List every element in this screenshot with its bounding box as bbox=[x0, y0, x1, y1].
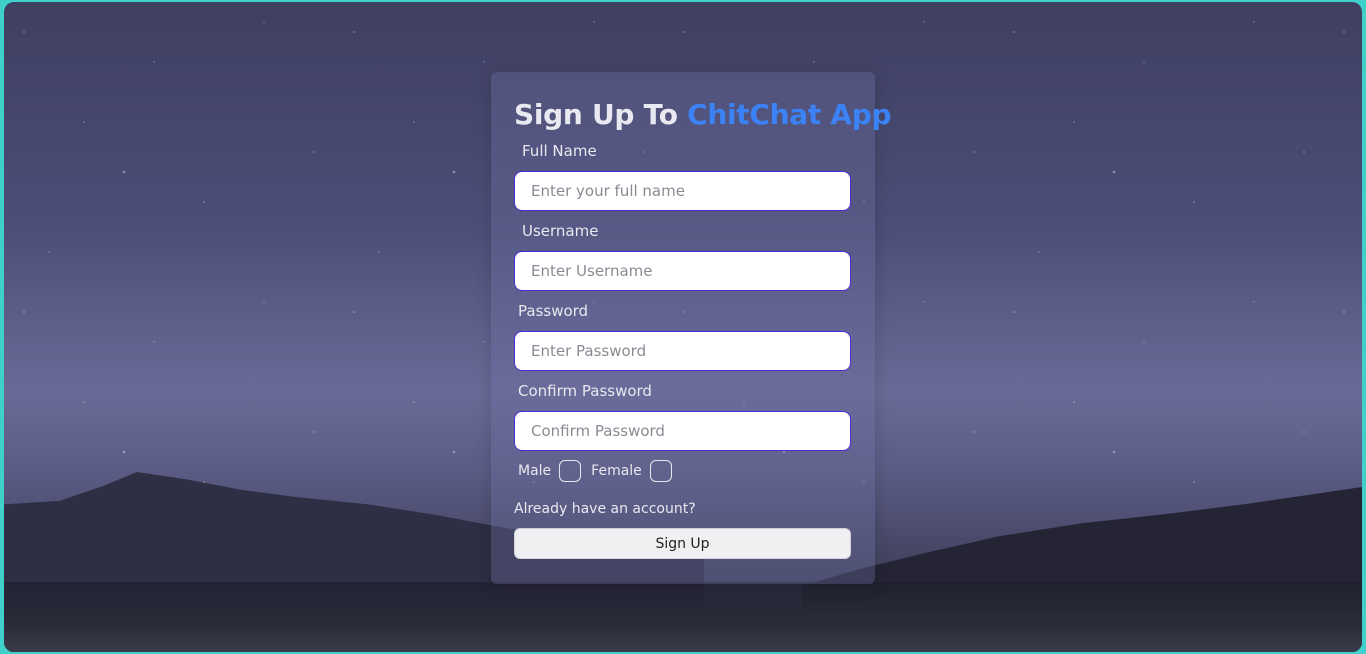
page-title: Sign Up To ChitChat App bbox=[514, 98, 892, 131]
female-label: Female bbox=[591, 463, 642, 479]
full-name-label: Full Name bbox=[522, 142, 597, 160]
confirm-password-input[interactable] bbox=[514, 411, 851, 451]
full-name-input[interactable] bbox=[514, 171, 851, 211]
title-prefix: Sign Up To bbox=[514, 98, 678, 131]
ground-shadow bbox=[4, 582, 1362, 652]
username-input[interactable] bbox=[514, 251, 851, 291]
signup-card: Sign Up To ChitChat App Full Name Userna… bbox=[491, 72, 892, 584]
signup-button[interactable]: Sign Up bbox=[514, 528, 851, 559]
male-label: Male bbox=[518, 463, 552, 479]
confirm-password-label: Confirm Password bbox=[518, 382, 652, 400]
female-checkbox[interactable] bbox=[649, 460, 672, 482]
password-input[interactable] bbox=[514, 331, 851, 371]
gender-selector: Male Female bbox=[518, 458, 682, 484]
login-link[interactable]: Already have an account? bbox=[514, 501, 696, 517]
password-label: Password bbox=[518, 302, 589, 320]
male-checkbox[interactable] bbox=[559, 460, 582, 482]
username-label: Username bbox=[522, 222, 599, 240]
title-brand: ChitChat App bbox=[687, 98, 892, 131]
